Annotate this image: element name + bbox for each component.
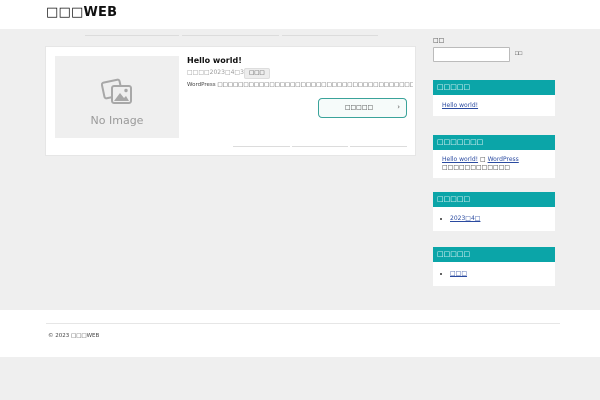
site-footer: © 2023 □□□WEB — [0, 310, 600, 357]
site-title[interactable]: □□□WEB — [46, 5, 117, 20]
list-item: 2023□4□ — [450, 215, 546, 223]
chevron-right-icon: › — [397, 103, 400, 111]
site-header: □□□WEB — [0, 0, 600, 29]
widget-recent-comments: □□□□□□□ Hello world! □ WordPress □□□□□□□… — [433, 135, 555, 178]
nav-divider — [182, 35, 279, 36]
archive-link[interactable]: 2023□4□ — [450, 215, 480, 222]
widget-title: □□□□□□□ — [433, 135, 555, 150]
share-divider — [350, 146, 407, 147]
widget-title: □□□□□ — [433, 247, 555, 262]
post-card: No Image Hello world! □□□□2023□4□3□ □□□ … — [45, 46, 416, 156]
nav-divider — [282, 35, 378, 36]
widget-title: □□□□□ — [433, 192, 555, 207]
search-input[interactable] — [433, 47, 510, 62]
nav-divider — [85, 35, 179, 36]
widget-categories: □□□□□ □□□ — [433, 247, 555, 286]
widget-archives: □□□□□ 2023□4□ — [433, 192, 555, 231]
widget-recent-posts: □□□□□ Hello world! — [433, 80, 555, 116]
category-badge[interactable]: □□□ — [244, 68, 270, 79]
post-date: □□□□2023□4□3□ — [187, 69, 250, 76]
copyright-text: © 2023 □□□WEB — [48, 333, 100, 339]
search-button[interactable]: □□ — [515, 51, 522, 57]
list-item: □□□ — [450, 270, 546, 278]
comment-post-link[interactable]: WordPress — [488, 156, 519, 163]
share-divider — [233, 146, 290, 147]
read-more-label: □□□□□ — [344, 104, 374, 111]
read-more-button[interactable]: □□□□□ › — [318, 98, 407, 118]
comment-tail: □□□□□□□□□□□□ — [442, 164, 511, 171]
recent-post-link[interactable]: Hello world! — [442, 102, 478, 109]
search-label: □□ — [433, 37, 445, 44]
image-placeholder-icon — [101, 78, 132, 104]
comment-author-link[interactable]: Hello world! — [442, 156, 478, 163]
post-excerpt: WordPress □□□□□□□□□□□□□□□□□□□□□□□□□□□□□□… — [187, 82, 413, 88]
comment-connector: □ — [479, 156, 486, 163]
share-divider — [292, 146, 348, 147]
post-thumbnail[interactable]: No Image — [55, 56, 179, 138]
post-title[interactable]: Hello world! — [187, 56, 242, 65]
widget-title: □□□□□ — [433, 80, 555, 95]
no-image-text: No Image — [90, 114, 144, 127]
category-link[interactable]: □□□ — [450, 270, 467, 277]
footer-divider — [46, 323, 560, 324]
